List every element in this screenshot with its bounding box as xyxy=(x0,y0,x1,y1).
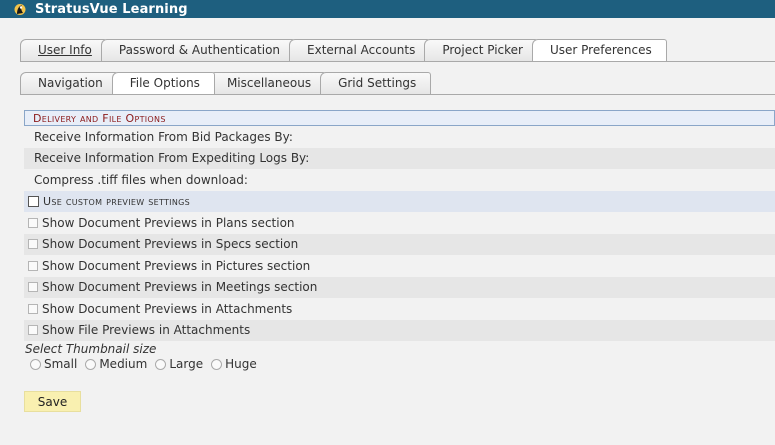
thumbnail-medium-label: Medium xyxy=(99,357,148,371)
tab-file-options[interactable]: File Options xyxy=(111,72,215,94)
tab-external-accounts[interactable]: External Accounts xyxy=(289,39,431,61)
compress-tiff-label: Compress .tiff files when download: xyxy=(34,172,248,187)
expediting-logs-row: Receive Information From Expediting Logs… xyxy=(24,147,775,169)
tab-password-authentication[interactable]: Password & Authentication xyxy=(100,39,296,61)
preview-specs-label: Show Document Previews in Specs section xyxy=(42,237,299,252)
file-options-panel: Delivery and File Options Receive Inform… xyxy=(24,110,775,341)
custom-preview-checkbox[interactable] xyxy=(28,195,39,207)
preview-attachments-checkbox[interactable] xyxy=(28,303,38,314)
thumbnail-size-label: Select Thumbnail size xyxy=(25,342,157,356)
title-bar: StratusVue Learning xyxy=(0,0,775,18)
preview-plans-checkbox[interactable] xyxy=(28,217,38,228)
thumbnail-small-radio[interactable] xyxy=(30,358,41,370)
preview-meetings-row[interactable]: Show Document Previews in Meetings secti… xyxy=(24,276,775,298)
main-tabs-divider xyxy=(20,61,775,62)
custom-preview-row[interactable]: Use custom preview settings xyxy=(24,190,775,212)
tab-grid-settings[interactable]: Grid Settings xyxy=(320,72,432,94)
preview-attachments-label: Show Document Previews in Attachments xyxy=(42,301,293,316)
compress-tiff-row: Compress .tiff files when download: xyxy=(24,169,775,191)
thumbnail-small-option[interactable]: Small xyxy=(30,357,77,371)
tab-user-info[interactable]: User Info xyxy=(20,39,107,61)
thumbnail-huge-label: Huge xyxy=(225,357,257,371)
stratusvue-logo-icon xyxy=(13,2,27,16)
preview-plans-label: Show Document Previews in Plans section xyxy=(42,215,295,230)
thumbnail-small-label: Small xyxy=(44,357,78,371)
preview-specs-checkbox[interactable] xyxy=(28,239,38,250)
preview-pictures-row[interactable]: Show Document Previews in Pictures secti… xyxy=(24,255,775,277)
bid-packages-row: Receive Information From Bid Packages By… xyxy=(24,126,775,148)
file-previews-attachments-label: Show File Previews in Attachments xyxy=(42,323,251,338)
preview-meetings-label: Show Document Previews in Meetings secti… xyxy=(42,280,318,295)
file-previews-attachments-row[interactable]: Show File Previews in Attachments xyxy=(24,319,775,341)
sub-tabs-divider xyxy=(20,94,775,95)
preview-meetings-checkbox[interactable] xyxy=(28,282,38,293)
custom-preview-label: Use custom preview settings xyxy=(43,194,191,208)
preview-attachments-row[interactable]: Show Document Previews in Attachments xyxy=(24,298,775,320)
thumbnail-medium-option[interactable]: Medium xyxy=(85,357,147,371)
preview-specs-row[interactable]: Show Document Previews in Specs section xyxy=(24,233,775,255)
preview-pictures-checkbox[interactable] xyxy=(28,260,38,271)
main-tabs: User Info Password & Authentication Exte… xyxy=(20,39,667,62)
tab-miscellaneous[interactable]: Miscellaneous xyxy=(208,72,327,94)
app-title: StratusVue Learning xyxy=(35,1,188,17)
preview-pictures-label: Show Document Previews in Pictures secti… xyxy=(42,258,311,273)
preview-plans-row[interactable]: Show Document Previews in Plans section xyxy=(24,212,775,234)
thumbnail-medium-radio[interactable] xyxy=(85,358,97,370)
tab-project-picker[interactable]: Project Picker xyxy=(424,39,538,61)
section-header: Delivery and File Options xyxy=(24,110,775,126)
thumbnail-huge-option[interactable]: Huge xyxy=(211,357,257,371)
tab-navigation[interactable]: Navigation xyxy=(20,72,118,94)
thumbnail-size-options: Small Medium Large Huge xyxy=(30,357,265,371)
save-button[interactable]: Save xyxy=(24,391,81,412)
expediting-logs-label: Receive Information From Expediting Logs… xyxy=(34,151,310,166)
thumbnail-huge-radio[interactable] xyxy=(211,358,223,370)
thumbnail-large-radio[interactable] xyxy=(155,358,167,370)
thumbnail-large-option[interactable]: Large xyxy=(155,357,203,371)
bid-packages-label: Receive Information From Bid Packages By… xyxy=(34,129,293,144)
sub-tabs: Navigation File Options Miscellaneous Gr… xyxy=(20,72,432,95)
thumbnail-large-label: Large xyxy=(169,357,204,371)
file-previews-attachments-checkbox[interactable] xyxy=(28,325,38,336)
tab-user-preferences[interactable]: User Preferences xyxy=(531,39,667,61)
